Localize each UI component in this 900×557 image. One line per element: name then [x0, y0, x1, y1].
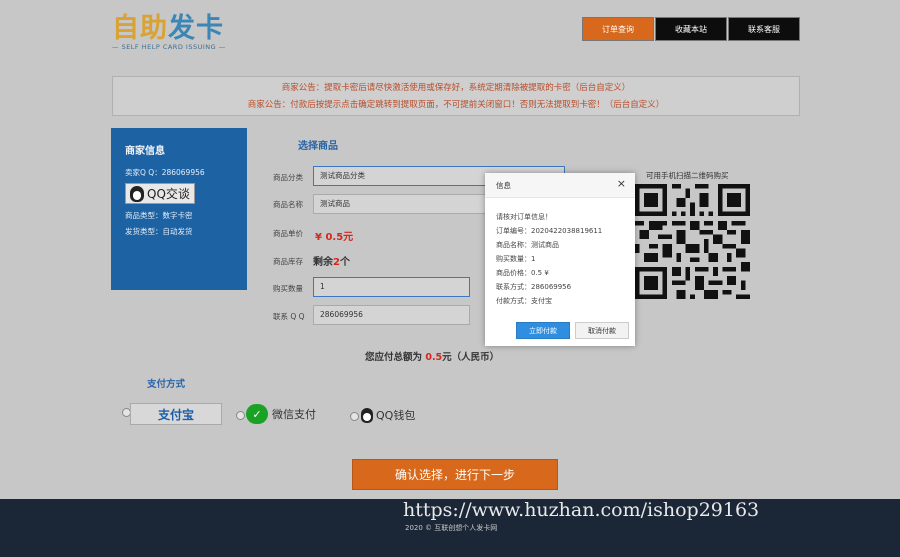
- dialog-line: 联系方式：286069956: [496, 283, 572, 291]
- contact-qq-input[interactable]: 286069956: [313, 305, 470, 325]
- stock-value: 剩余2个: [313, 253, 350, 268]
- dialog-buttons: 立即付款 取消付款: [516, 322, 629, 339]
- qq-wallet-option[interactable]: QQ钱包: [361, 407, 415, 423]
- unit-price-value: ¥ 0.5元: [315, 232, 354, 243]
- qqwallet-radio[interactable]: [350, 412, 359, 421]
- dialog-header: 信息 ×: [485, 173, 635, 198]
- total-suffix: 元（人民币）: [442, 352, 500, 363]
- stock-prefix: 剩余: [313, 257, 333, 268]
- dialog-line: 购买数量：1: [496, 255, 536, 263]
- qr-code: [635, 184, 750, 299]
- wechat-icon: ✓: [246, 404, 268, 424]
- select-product-title: 选择商品: [298, 141, 338, 152]
- seller-qq: 卖家Q Q：286069956: [125, 168, 205, 177]
- logo-text-b: 发卡: [168, 13, 224, 44]
- notice-line-2: 商家公告：付款后按提示点击确定跳转到提取页面，不可提前关闭窗口！否则无法提取到卡…: [247, 100, 665, 110]
- dialog-line: 订单编号：2020422038819611: [496, 227, 603, 235]
- seller-info-title: 商家信息: [125, 146, 165, 157]
- dialog-line: 请核对订单信息！: [496, 213, 552, 221]
- watermark-url: https://www.huzhan.com/ishop29163: [403, 499, 760, 521]
- quantity-input[interactable]: 1: [313, 277, 470, 297]
- merchant-notice: 商家公告：提取卡密后请尽快激活使用或保存好，系统定期清除被提取的卡密（后台自定义…: [112, 76, 800, 116]
- qr-caption: 可用手机扫描二维码购买: [646, 171, 729, 180]
- dialog-body: 请核对订单信息！ 订单编号：2020422038819611 商品名称：测试商品…: [485, 198, 635, 308]
- dialog-line: 商品价格：0.5 ¥: [496, 269, 549, 277]
- payment-method-title: 支付方式: [147, 379, 186, 390]
- product-name-label: 商品名称: [273, 200, 303, 209]
- qq-penguin-icon: [130, 185, 144, 202]
- wechat-pay-option[interactable]: ✓ 微信支付: [246, 404, 316, 424]
- qq-chat-button[interactable]: QQ交谈: [125, 183, 195, 204]
- ship-type: 发货类型：自动发货: [125, 227, 193, 236]
- alipay-logo: 支付宝: [157, 407, 194, 422]
- product-type: 商品类型：数字卡密: [125, 211, 193, 220]
- copyright: 2020 © 互联创想个人发卡网: [405, 524, 498, 532]
- quantity-label: 购买数量: [273, 284, 303, 293]
- order-confirm-dialog: 信息 × 请核对订单信息！ 订单编号：2020422038819611 商品名称…: [485, 173, 635, 346]
- close-icon[interactable]: ×: [617, 177, 626, 190]
- total-prefix: 您应付总额为: [365, 352, 423, 363]
- notice-line-1: 商家公告：提取卡密后请尽快激活使用或保存好，系统定期清除被提取的卡密（后台自定义…: [281, 83, 631, 93]
- qq-wallet-icon: [361, 407, 373, 423]
- wechat-pay-label: 微信支付: [272, 408, 316, 421]
- unit-price-label: 商品单价: [273, 229, 303, 238]
- qq-wallet-label: QQ钱包: [376, 409, 416, 422]
- dialog-title: 信息: [496, 181, 511, 190]
- qq-chat-label: QQ交谈: [147, 187, 190, 201]
- nav-contact-service[interactable]: 联系客服: [728, 17, 800, 41]
- seller-info-panel: 商家信息 卖家Q Q：286069956 QQ交谈 商品类型：数字卡密 发货类型…: [111, 128, 247, 290]
- wechat-radio[interactable]: [236, 411, 245, 420]
- dialog-line: 商品名称：测试商品: [496, 241, 559, 249]
- category-label: 商品分类: [273, 173, 303, 182]
- stock-count: 2: [333, 257, 340, 268]
- confirm-next-button[interactable]: 确认选择，进行下一步: [352, 459, 558, 490]
- contact-qq-label: 联系 Q Q: [273, 312, 305, 321]
- nav-bookmark[interactable]: 收藏本站: [655, 17, 727, 41]
- pay-now-button[interactable]: 立即付款: [516, 322, 570, 339]
- cancel-payment-button[interactable]: 取消付款: [575, 322, 629, 339]
- logo-text-a: 自助: [112, 13, 168, 44]
- nav-order-query[interactable]: 订单查询: [582, 17, 654, 41]
- dialog-line: 付款方式：支付宝: [496, 297, 552, 305]
- stock-suffix: 个: [339, 257, 350, 268]
- site-logo[interactable]: 自助发卡: [112, 6, 224, 45]
- logo-subtitle: — SELF HELP CARD ISSUING —: [112, 43, 226, 51]
- alipay-option[interactable]: 支付宝: [130, 403, 222, 425]
- stock-label: 商品库存: [273, 257, 303, 266]
- total-amount: 您应付总额为 0.5元（人民币）: [365, 349, 499, 363]
- total-amount-value: 0.5: [425, 352, 443, 363]
